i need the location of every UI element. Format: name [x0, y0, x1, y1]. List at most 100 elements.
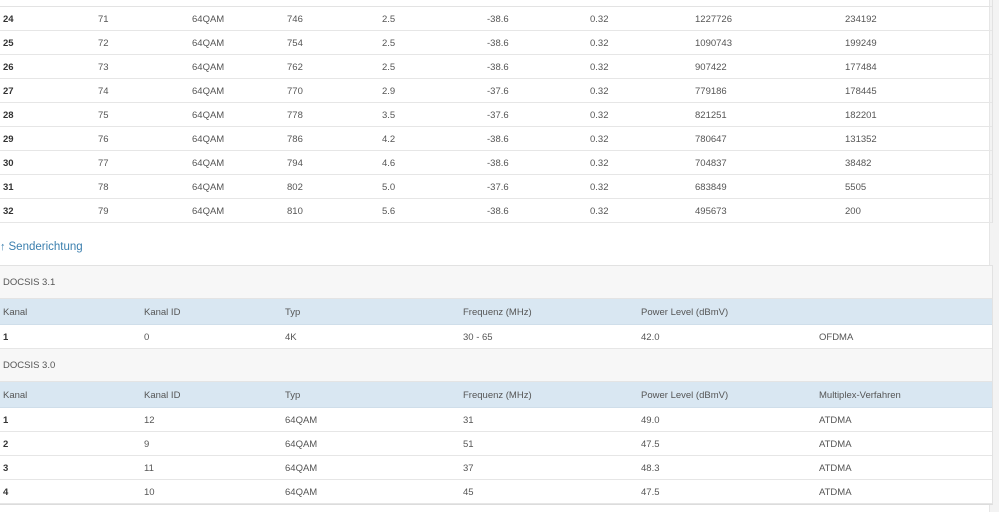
table-cell: 0.32: [590, 110, 609, 121]
table-cell: 64QAM: [192, 158, 225, 169]
column-header: Kanal: [3, 307, 28, 318]
table-cell: 64QAM: [192, 182, 225, 193]
table-cell: 64QAM: [285, 463, 318, 474]
column-header: Kanal: [3, 390, 28, 401]
table-row: 2 9 64QAM 51 47.5 ATDMA: [0, 432, 992, 456]
table-cell: 200: [845, 206, 861, 217]
table-cell: 4.2: [382, 134, 396, 145]
table-cell: 5.0: [382, 182, 396, 193]
section-title-label: Senderichtung: [8, 241, 83, 253]
table-row: 3 11 64QAM 37 48.3 ATDMA: [0, 456, 992, 480]
table-cell: -38.6: [487, 158, 509, 169]
table-row: 26 73 64QAM 762 2.5 -38.6 0.32 907422 177484: [0, 55, 992, 79]
column-header: Kanal ID: [144, 307, 181, 318]
upstream-table: DOCSIS 3.1 Kanal Kanal ID Typ Frequenz (MHz)…: [0, 265, 993, 505]
table-cell: 11: [144, 463, 154, 474]
table-cell: 26: [3, 62, 14, 73]
table-cell: 79: [98, 206, 109, 217]
table-cell: 64QAM: [285, 415, 318, 426]
table-cell: 64QAM: [285, 487, 318, 498]
table-cell: 2.5: [382, 14, 396, 25]
table-cell: 794: [287, 158, 303, 169]
downstream-table: 24 71 64QAM 746 2.5 -38.6 0.32 1227726 234192 25 7…: [0, 0, 993, 223]
table-row: 32 79 64QAM 810 5.6 -38.6 0.32 495673 200: [0, 199, 992, 223]
table-cell: 786: [287, 134, 303, 145]
table-cell: 199249: [845, 38, 877, 49]
table-cell: 64QAM: [192, 38, 225, 49]
table-cell: 762: [287, 62, 303, 73]
group-title: DOCSIS 3.0: [3, 360, 56, 371]
table-cell: 47.5: [641, 439, 660, 450]
table-cell: 31: [463, 415, 474, 426]
table-row: 25 72 64QAM 754 2.5 -38.6 0.32 1090743 199249: [0, 31, 992, 55]
table-cell: 5505: [845, 182, 867, 193]
table-cell: 78: [98, 182, 109, 193]
table-cell: 12: [144, 415, 155, 426]
table-cell: 802: [287, 182, 303, 193]
table-cell: 779186: [695, 86, 727, 97]
table-cell: 27: [3, 86, 14, 97]
table-cell: 64QAM: [192, 86, 225, 97]
table-cell: 24: [3, 14, 14, 25]
table-cell: 9: [144, 439, 150, 450]
table-row: 31 78 64QAM 802 5.0 -37.6 0.32 683849 5505: [0, 175, 992, 199]
table-cell: 178445: [845, 86, 877, 97]
table-cell: 2: [3, 439, 9, 450]
column-header: Frequenz (MHz): [463, 307, 532, 318]
group-header: DOCSIS 3.1: [0, 266, 992, 299]
table-cell: 51: [463, 439, 474, 450]
column-header-row: Kanal Kanal ID Typ Frequenz (MHz) Power Leve…: [0, 299, 992, 325]
table-cell: -38.6: [487, 62, 509, 73]
section-title-upstream[interactable]: ↑ Senderichtung: [0, 241, 83, 253]
table-cell: 42.0: [641, 332, 660, 343]
table-cell: 30 - 65: [463, 332, 493, 343]
group-header: DOCSIS 3.0: [0, 349, 992, 382]
table-cell: 177484: [845, 62, 877, 73]
table-cell: 0.32: [590, 14, 609, 25]
table-cell: 72: [98, 38, 109, 49]
table-cell: 3: [3, 463, 9, 474]
table-cell: 77: [98, 158, 109, 169]
table-row: 1 0 4K 30 - 65 42.0 OFDMA: [0, 325, 992, 349]
table-cell: 754: [287, 38, 303, 49]
table-cell: 5.6: [382, 206, 396, 217]
table-cell: 75: [98, 110, 109, 121]
table-cell: 234192: [845, 14, 877, 25]
column-header: Multiplex-Verfahren: [819, 390, 901, 401]
table-cell: 0.32: [590, 86, 609, 97]
table-cell: 0.32: [590, 38, 609, 49]
table-cell: ATDMA: [819, 415, 852, 426]
arrow-up-icon: ↑: [0, 241, 6, 253]
table-cell: 0.32: [590, 158, 609, 169]
table-row: 4 10 64QAM 45 47.5 ATDMA: [0, 480, 992, 504]
table-cell: ATDMA: [819, 463, 852, 474]
table-cell: 810: [287, 206, 303, 217]
table-cell: 29: [3, 134, 14, 145]
table-cell: 0.32: [590, 134, 609, 145]
column-header: Frequenz (MHz): [463, 390, 532, 401]
table-cell: ATDMA: [819, 439, 852, 450]
table-cell: -37.6: [487, 110, 509, 121]
table-cell: 48.3: [641, 463, 660, 474]
table-row: 27 74 64QAM 770 2.9 -37.6 0.32 779186 178445: [0, 79, 992, 103]
table-cell: 49.0: [641, 415, 660, 426]
table-cell: 30: [3, 158, 14, 169]
table-cell: 64QAM: [192, 206, 225, 217]
column-header: Typ: [285, 307, 301, 318]
table-row: 30 77 64QAM 794 4.6 -38.6 0.32 704837 38482: [0, 151, 992, 175]
table-cell: 2.5: [382, 38, 396, 49]
table-cell: 31: [3, 182, 14, 193]
table-cell: 770: [287, 86, 303, 97]
table-cell: OFDMA: [819, 332, 854, 343]
table-cell: 3.5: [382, 110, 396, 121]
table-cell: 1227726: [695, 14, 732, 25]
table-cell: 64QAM: [192, 62, 225, 73]
table-cell: 780647: [695, 134, 727, 145]
table-cell: 4K: [285, 332, 297, 343]
table-cell: 704837: [695, 158, 727, 169]
table-cell: 2.9: [382, 86, 396, 97]
table-cell: 64QAM: [192, 134, 225, 145]
table-cell: 1090743: [695, 38, 732, 49]
table-cell: 32: [3, 206, 14, 217]
table-cell: 0: [144, 332, 150, 343]
